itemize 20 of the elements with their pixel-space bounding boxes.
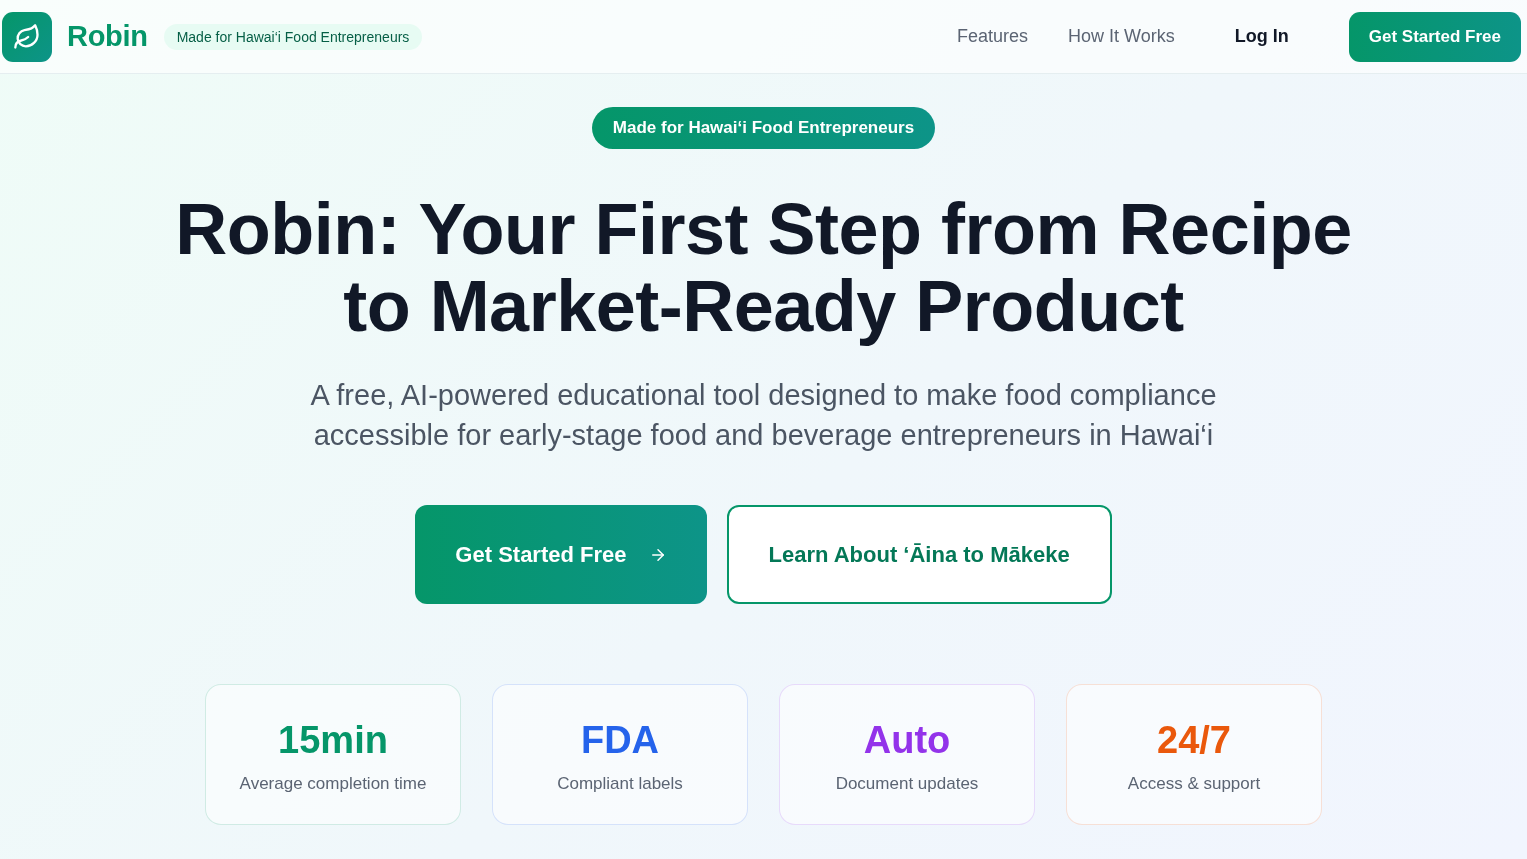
stat-value: FDA bbox=[580, 718, 660, 762]
stat-label: Access & support bbox=[1127, 774, 1261, 794]
stat-value: 15min bbox=[278, 718, 388, 762]
stat-value: Auto bbox=[863, 718, 951, 762]
stat-value: 24/7 bbox=[1157, 718, 1231, 762]
leaf-logo-icon bbox=[2, 11, 52, 62]
stat-label: Compliant labels bbox=[557, 774, 683, 794]
hero-title: Robin: Your First Step from Recipe to Market-Ready Product bbox=[174, 191, 1353, 345]
hero-subtitle: A free, AI-powered educational tool designed to make food compliance accessible for early-stage food and beverage entrepreneurs in Hawai‘i bbox=[309, 378, 1218, 453]
brand-name: Robin bbox=[67, 20, 148, 53]
learn-more-button[interactable]: Learn About ‘Āina to Mākeke bbox=[726, 505, 1112, 604]
tagline-pill: Made for Hawai‘i Food Entrepreneurs bbox=[591, 107, 936, 149]
get-started-button[interactable]: Get Started Free bbox=[415, 505, 707, 604]
nav-link[interactable]: How It Works bbox=[1068, 26, 1175, 47]
login-link[interactable]: Log In bbox=[1234, 26, 1289, 47]
get-started-button[interactable]: Get Started Free bbox=[1348, 11, 1521, 62]
nav-link[interactable]: Features bbox=[957, 26, 1029, 47]
stat-label: Average completion time bbox=[239, 774, 427, 794]
stat-label: Document updates bbox=[835, 774, 979, 794]
tagline-badge: Made for Hawai‘i Food Entrepreneurs bbox=[163, 23, 423, 50]
